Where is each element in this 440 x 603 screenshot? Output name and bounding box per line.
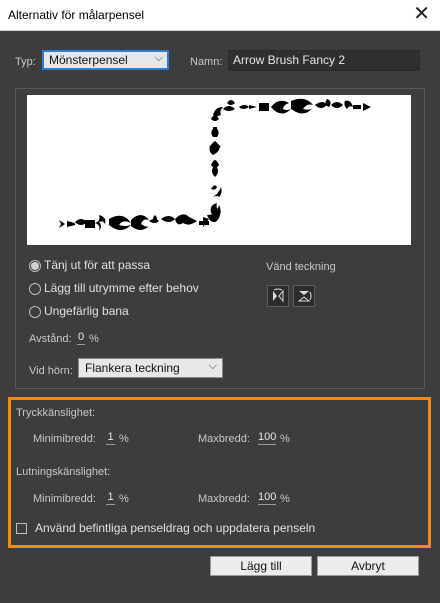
flip-across-icon[interactable] (293, 285, 315, 307)
pressure-heading: Tryckkänslighet: (16, 407, 96, 419)
spacing-label: Avstånd: (29, 333, 72, 345)
type-dropdown-value: Mönsterpensel (49, 53, 128, 67)
use-existing-strokes-label: Använd befintliga penseldrag och uppdate… (35, 521, 316, 535)
flip-along-glyph (273, 288, 284, 303)
flip-across-glyph (297, 291, 312, 302)
pressure-max-unit: % (280, 433, 290, 445)
pressure-min-unit: % (119, 433, 129, 445)
tilt-max-unit: % (280, 493, 290, 505)
stretch-to-fit-label: Tänj ut för att passa (44, 258, 151, 272)
use-existing-strokes-checkbox[interactable] (16, 523, 27, 534)
cancel-button[interactable]: Avbryt (317, 556, 419, 576)
pressure-max-label: Maxbredd: (198, 433, 250, 445)
tilt-heading: Lutningskänslighet: (16, 466, 111, 478)
chevron-down-icon: ⌵ (154, 52, 163, 64)
dialog-body: Typ: Mönsterpensel ⌵ Namn: Arrow Brush F… (1, 31, 439, 602)
pressure-min-label: Minimibredd: (33, 433, 96, 445)
close-icon[interactable]: ✕ (413, 3, 430, 25)
flip-along-icon[interactable] (267, 285, 289, 307)
tilt-max-input[interactable]: 100 (258, 491, 276, 505)
stretch-to-fit-radio[interactable] (29, 260, 41, 272)
corner-label: Vid hörn: (29, 365, 73, 377)
chevron-down-icon: ⌵ (208, 360, 217, 372)
add-space-label: Lägg till utrymme efter behov (44, 281, 199, 295)
approximate-path-label: Ungefärlig bana (44, 304, 129, 318)
window-title: Alternativ för målarpensel (8, 8, 145, 22)
spacing-input[interactable]: 0 (77, 331, 85, 345)
name-label: Namn: (190, 56, 223, 68)
tilt-min-label: Minimibredd: (33, 493, 96, 505)
title-bar: Alternativ för målarpensel ✕ (0, 0, 440, 31)
type-dropdown[interactable]: Mönsterpensel ⌵ (42, 50, 169, 70)
tilt-max-label: Maxbredd: (198, 493, 250, 505)
pressure-max-input[interactable]: 100 (258, 431, 276, 445)
tilt-min-input[interactable]: 1 (106, 491, 115, 505)
corner-dropdown[interactable]: Flankera teckning ⌵ (78, 358, 223, 378)
name-input[interactable]: Arrow Brush Fancy 2 (228, 50, 420, 71)
corner-dropdown-value: Flankera teckning (85, 361, 180, 375)
spacing-unit: % (89, 333, 99, 345)
pressure-min-input[interactable]: 1 (106, 431, 115, 445)
approximate-path-radio[interactable] (29, 306, 41, 318)
brush-preview (27, 95, 411, 245)
add-button[interactable]: Lägg till (210, 556, 312, 576)
flip-label: Vänd teckning (266, 261, 336, 273)
add-space-radio[interactable] (29, 283, 41, 295)
brush-pattern-artwork (59, 98, 371, 231)
type-label: Typ: (15, 56, 36, 68)
options-panel: Tänj ut för att passa Lägg till utrymme … (15, 88, 425, 389)
tilt-min-unit: % (119, 493, 129, 505)
